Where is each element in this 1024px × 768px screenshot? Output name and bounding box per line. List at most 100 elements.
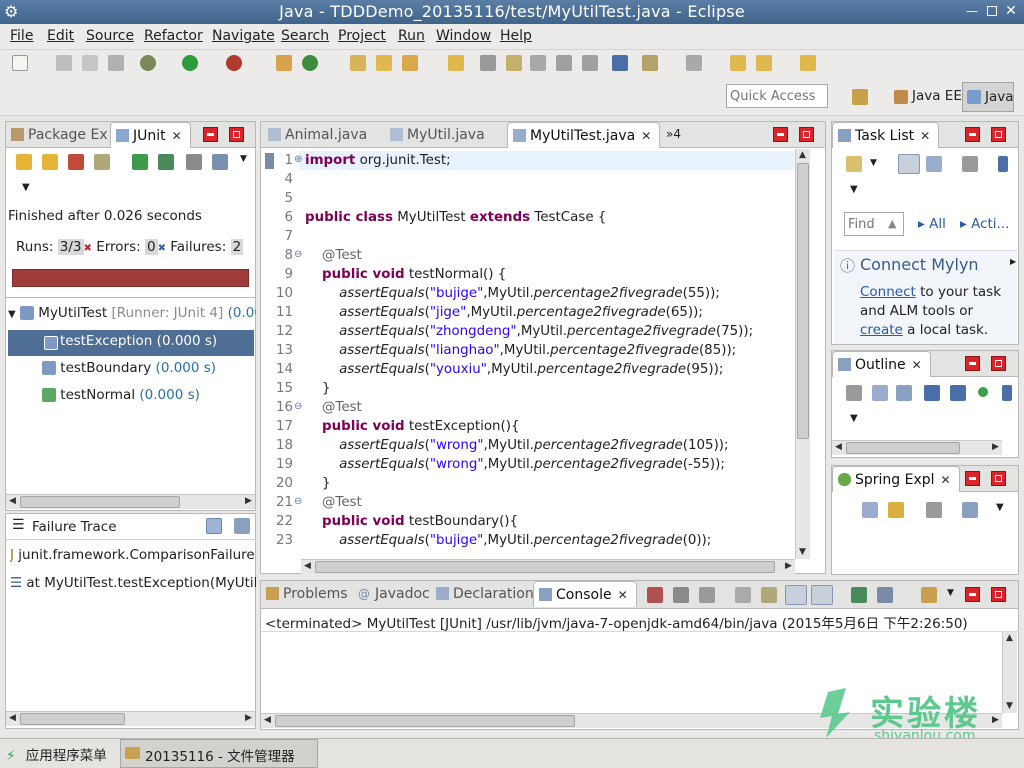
stop-test-icon[interactable] (186, 154, 202, 170)
collapse-fold-icon[interactable]: ⊖ (294, 401, 302, 412)
close-tab-icon[interactable]: ✕ (172, 129, 182, 143)
open-console-dropdown-icon[interactable]: ▼ (947, 588, 954, 598)
hide-nonpublic-icon[interactable] (978, 387, 988, 397)
menu-run[interactable]: Run (398, 28, 425, 44)
code-line[interactable]: public void testException(){ (305, 419, 519, 434)
code-line[interactable]: public void testNormal() { (305, 267, 506, 282)
new-task-dropdown-icon[interactable]: ▼ (870, 158, 877, 168)
collapse-fold-icon[interactable]: ⊖ (294, 249, 302, 260)
collapse-all-icon[interactable] (872, 385, 888, 401)
code-line[interactable]: @Test (305, 400, 362, 415)
tab-myutil-java[interactable]: MyUtil.java (385, 122, 493, 148)
maximize-view-button[interactable] (991, 471, 1006, 486)
connect-link[interactable]: Connect (860, 284, 916, 300)
code-line[interactable]: assertEquals("zhongdeng",MyUtil.percenta… (305, 324, 753, 339)
pin-icon[interactable] (612, 55, 628, 71)
maximize-view-button[interactable] (991, 587, 1006, 602)
tab-task-list[interactable]: Task List ✕ (832, 122, 940, 148)
sort-icon[interactable] (896, 385, 912, 401)
open-resource-icon[interactable] (448, 55, 464, 71)
tab-junit[interactable]: JUnit ✕ (110, 122, 191, 148)
scheduled-icon[interactable] (926, 156, 942, 172)
new-java-project-icon[interactable] (276, 55, 292, 71)
code-line[interactable]: assertEquals("youxiu",MyUtil.percentage2… (305, 362, 723, 377)
next-failure-icon[interactable] (16, 154, 32, 170)
activate-task-link[interactable]: ▸ Acti... (960, 216, 1009, 232)
menu-project[interactable]: Project (338, 28, 386, 44)
maximize-window-button[interactable] (987, 6, 997, 16)
minimize-window-button[interactable]: — (966, 5, 978, 17)
code-line[interactable]: import org.junit.Test; (305, 153, 451, 168)
tab-spring-explorer[interactable]: Spring Expl ✕ (832, 466, 960, 492)
view-menu-icon[interactable]: ▼ (850, 184, 858, 195)
tab-declaration[interactable]: Declaration (431, 581, 542, 607)
code-line[interactable]: assertEquals("wrong",MyUtil.percentage2f… (305, 457, 725, 472)
code-area[interactable]: 1 ⊕ import org.junit.Test; 4 5 6 public class … (261, 149, 795, 557)
history-dropdown-icon[interactable]: ▼ (240, 154, 247, 164)
menu-window[interactable]: Window (436, 28, 491, 44)
menu-search[interactable]: Search (281, 28, 329, 44)
filter-stack-icon[interactable] (206, 518, 222, 534)
maximize-view-button[interactable] (991, 127, 1006, 142)
code-line[interactable]: assertEquals("bujige",MyUtil.percentage2… (305, 533, 711, 548)
test-history-icon[interactable] (212, 154, 228, 170)
code-line[interactable]: assertEquals("wrong",MyUtil.percentage2f… (305, 438, 728, 453)
hide-static-icon[interactable] (950, 385, 966, 401)
link-icon[interactable] (998, 156, 1008, 172)
show-failures-only-icon[interactable] (68, 154, 84, 170)
collapse-icon[interactable]: ▶ (1010, 257, 1016, 266)
tab-javadoc[interactable]: @ Javadoc (353, 581, 438, 607)
rerun-test-icon[interactable] (132, 154, 148, 170)
menu-refactor[interactable]: Refactor (144, 28, 203, 44)
maximize-view-button[interactable] (799, 127, 814, 142)
view-menu-icon[interactable]: ▼ (850, 413, 858, 424)
tree-horizontal-scrollbar[interactable]: ◀ ▶ (6, 494, 255, 509)
editor-tab-overflow[interactable]: »4 (666, 127, 681, 141)
back-icon[interactable] (756, 55, 772, 71)
debug-icon[interactable] (140, 55, 156, 71)
menu-source[interactable]: Source (86, 28, 134, 44)
prev-annotation-icon[interactable] (686, 55, 702, 71)
create-link[interactable]: create (860, 322, 903, 338)
menu-edit[interactable]: Edit (47, 28, 74, 44)
taskbar-window-file-manager[interactable]: 20135116 - 文件管理器 (120, 739, 318, 768)
close-tab-icon[interactable]: ✕ (641, 129, 651, 143)
new-task-icon[interactable] (846, 156, 862, 172)
code-line[interactable]: public class MyUtilTest extends TestCase… (305, 210, 606, 225)
sort-icon[interactable] (962, 502, 978, 518)
maximize-view-button[interactable] (229, 127, 244, 142)
collapse-all-icon[interactable] (862, 502, 878, 518)
focus-icon[interactable] (846, 385, 862, 401)
tab-animal-java[interactable]: Animal.java (263, 122, 375, 148)
pen-icon[interactable] (402, 55, 418, 71)
remove-launch-icon[interactable] (673, 587, 689, 603)
code-line[interactable]: @Test (305, 495, 362, 510)
minimize-view-button[interactable] (965, 587, 980, 602)
trace-line[interactable]: J junit.framework.ComparisonFailure (10, 547, 256, 563)
minimize-view-button[interactable] (965, 127, 980, 142)
outline-horizontal-scrollbar[interactable]: ◀ ▶ (832, 440, 1002, 455)
show-on-output-icon[interactable] (785, 585, 807, 605)
trace-horizontal-scrollbar[interactable]: ◀ ▶ (6, 711, 255, 726)
link-editor-icon[interactable] (888, 502, 904, 518)
compare-result-icon[interactable] (234, 518, 250, 534)
new-icon[interactable] (12, 55, 28, 71)
test-item-testexception[interactable]: testException (0.000 s) (8, 330, 254, 356)
show-on-error-icon[interactable] (811, 585, 833, 605)
code-line[interactable]: @Test (305, 248, 362, 263)
save-icon[interactable] (56, 55, 72, 71)
close-tab-icon[interactable]: ✕ (912, 358, 922, 372)
code-line[interactable]: assertEquals("bujige",MyUtil.percentage2… (305, 286, 720, 301)
hide-local-types-icon[interactable] (1002, 385, 1012, 401)
tab-outline[interactable]: Outline ✕ (832, 351, 931, 377)
perspective-java-ee[interactable]: Java EE (890, 84, 966, 110)
mark-occurrences-icon[interactable] (530, 55, 546, 71)
collapse-icon[interactable]: ▼ (8, 309, 16, 320)
open-perspective-icon[interactable] (852, 89, 868, 105)
tab-problems[interactable]: Problems (261, 581, 356, 607)
forward-icon[interactable] (800, 55, 816, 71)
open-console-icon[interactable] (921, 587, 937, 603)
save-all-icon[interactable] (82, 55, 98, 71)
new-class-icon[interactable] (302, 55, 318, 71)
search-clear-icon[interactable]: ▲ (888, 217, 896, 230)
